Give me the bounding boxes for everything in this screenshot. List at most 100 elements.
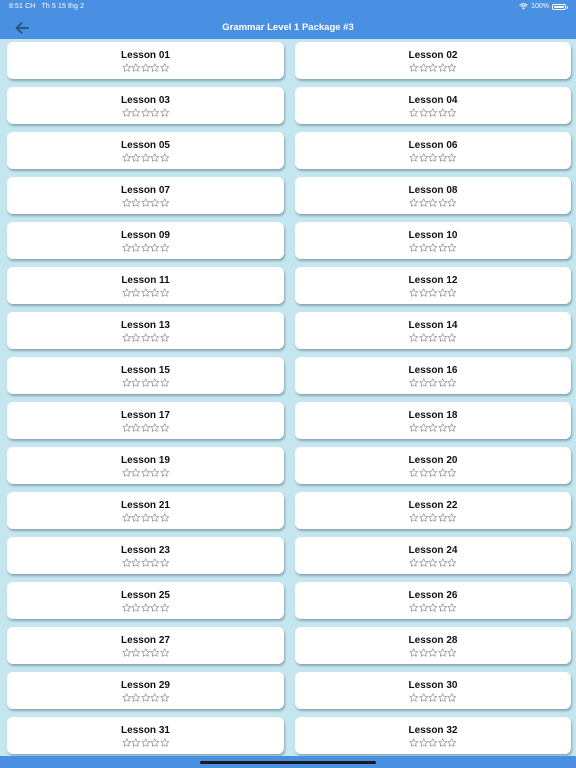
- lesson-card[interactable]: Lesson 15: [7, 357, 284, 394]
- star-rating: [409, 63, 457, 73]
- lesson-card[interactable]: Lesson 22: [295, 492, 571, 529]
- star-outline-icon: [438, 738, 447, 747]
- lesson-card[interactable]: Lesson 30: [295, 672, 571, 709]
- lesson-card[interactable]: Lesson 24: [295, 537, 571, 574]
- star-rating: [122, 603, 170, 613]
- lesson-card[interactable]: Lesson 28: [295, 627, 571, 664]
- star-outline-icon: [131, 63, 141, 72]
- star-outline-icon: [141, 333, 150, 342]
- star-outline-icon: [141, 198, 150, 207]
- star-rating: [122, 423, 170, 433]
- star-outline-icon: [409, 468, 419, 477]
- lesson-title: Lesson 20: [408, 455, 458, 466]
- star-outline-icon: [122, 513, 131, 522]
- star-outline-icon: [447, 603, 457, 612]
- lesson-card[interactable]: Lesson 07: [7, 177, 284, 214]
- lesson-card[interactable]: Lesson 25: [7, 582, 284, 619]
- home-indicator[interactable]: [200, 761, 376, 764]
- star-outline-icon: [160, 108, 169, 117]
- star-outline-icon: [438, 468, 447, 477]
- lesson-card[interactable]: Lesson 12: [295, 267, 571, 304]
- lesson-card[interactable]: Lesson 02: [295, 42, 571, 79]
- star-outline-icon: [438, 378, 447, 387]
- lesson-card[interactable]: Lesson 06: [295, 132, 571, 169]
- star-outline-icon: [409, 603, 419, 612]
- star-outline-icon: [409, 423, 419, 432]
- lesson-card[interactable]: Lesson 08: [295, 177, 571, 214]
- star-outline-icon: [131, 153, 141, 162]
- lesson-title: Lesson 01: [121, 50, 170, 61]
- star-outline-icon: [131, 333, 141, 342]
- lesson-title: Lesson 30: [408, 680, 458, 691]
- star-rating: [122, 378, 170, 388]
- lesson-card[interactable]: Lesson 20: [295, 447, 571, 484]
- lesson-title: Lesson 02: [408, 50, 458, 61]
- lesson-title: Lesson 11: [121, 275, 170, 286]
- lesson-card[interactable]: Lesson 13: [7, 312, 284, 349]
- star-outline-icon: [122, 153, 131, 162]
- star-outline-icon: [150, 153, 160, 162]
- lesson-card[interactable]: Lesson 09: [7, 222, 284, 259]
- lesson-card[interactable]: Lesson 17: [7, 402, 284, 439]
- lesson-title: Lesson 19: [121, 455, 170, 466]
- lesson-card[interactable]: Lesson 23: [7, 537, 284, 574]
- star-rating: [409, 198, 457, 208]
- star-outline-icon: [419, 693, 428, 702]
- star-outline-icon: [409, 333, 419, 342]
- star-outline-icon: [409, 108, 419, 117]
- star-outline-icon: [160, 558, 169, 567]
- star-outline-icon: [160, 288, 169, 297]
- star-outline-icon: [150, 243, 160, 252]
- star-outline-icon: [428, 558, 438, 567]
- star-outline-icon: [428, 288, 438, 297]
- lesson-card[interactable]: Lesson 21: [7, 492, 284, 529]
- lesson-title: Lesson 22: [408, 500, 458, 511]
- lesson-title: Lesson 08: [408, 185, 458, 196]
- lesson-card[interactable]: Lesson 05: [7, 132, 284, 169]
- lesson-card[interactable]: Lesson 31: [7, 717, 284, 754]
- star-outline-icon: [438, 198, 447, 207]
- star-outline-icon: [419, 468, 428, 477]
- star-rating: [409, 243, 457, 253]
- star-rating: [409, 288, 457, 298]
- star-outline-icon: [131, 468, 141, 477]
- lesson-title: Lesson 32: [408, 725, 458, 736]
- star-rating: [122, 198, 170, 208]
- lesson-title: Lesson 03: [121, 95, 170, 106]
- lesson-card[interactable]: Lesson 11: [7, 267, 284, 304]
- lesson-card[interactable]: Lesson 19: [7, 447, 284, 484]
- star-outline-icon: [428, 63, 438, 72]
- lesson-title: Lesson 21: [121, 500, 170, 511]
- star-outline-icon: [131, 108, 141, 117]
- star-rating: [122, 243, 170, 253]
- star-outline-icon: [419, 603, 428, 612]
- lesson-card[interactable]: Lesson 18: [295, 402, 571, 439]
- star-outline-icon: [428, 693, 438, 702]
- lesson-card[interactable]: Lesson 29: [7, 672, 284, 709]
- star-outline-icon: [409, 378, 419, 387]
- lesson-card[interactable]: Lesson 10: [295, 222, 571, 259]
- lesson-card[interactable]: Lesson 03: [7, 87, 284, 124]
- lesson-card[interactable]: Lesson 26: [295, 582, 571, 619]
- lesson-card[interactable]: Lesson 32: [295, 717, 571, 754]
- lesson-title: Lesson 31: [121, 725, 170, 736]
- lesson-card[interactable]: Lesson 14: [295, 312, 571, 349]
- star-outline-icon: [447, 558, 457, 567]
- star-outline-icon: [438, 288, 447, 297]
- star-rating: [122, 288, 170, 298]
- star-outline-icon: [438, 108, 447, 117]
- lesson-title: Lesson 06: [408, 140, 458, 151]
- lesson-card[interactable]: Lesson 01: [7, 42, 284, 79]
- star-outline-icon: [419, 288, 428, 297]
- lesson-card[interactable]: Lesson 16: [295, 357, 571, 394]
- star-outline-icon: [438, 603, 447, 612]
- lesson-title: Lesson 16: [408, 365, 458, 376]
- star-rating: [409, 513, 457, 523]
- lesson-card[interactable]: Lesson 27: [7, 627, 284, 664]
- star-outline-icon: [409, 558, 419, 567]
- lesson-title: Lesson 15: [121, 365, 170, 376]
- star-outline-icon: [419, 558, 428, 567]
- lesson-card[interactable]: Lesson 04: [295, 87, 571, 124]
- star-outline-icon: [131, 378, 141, 387]
- star-rating: [409, 423, 457, 433]
